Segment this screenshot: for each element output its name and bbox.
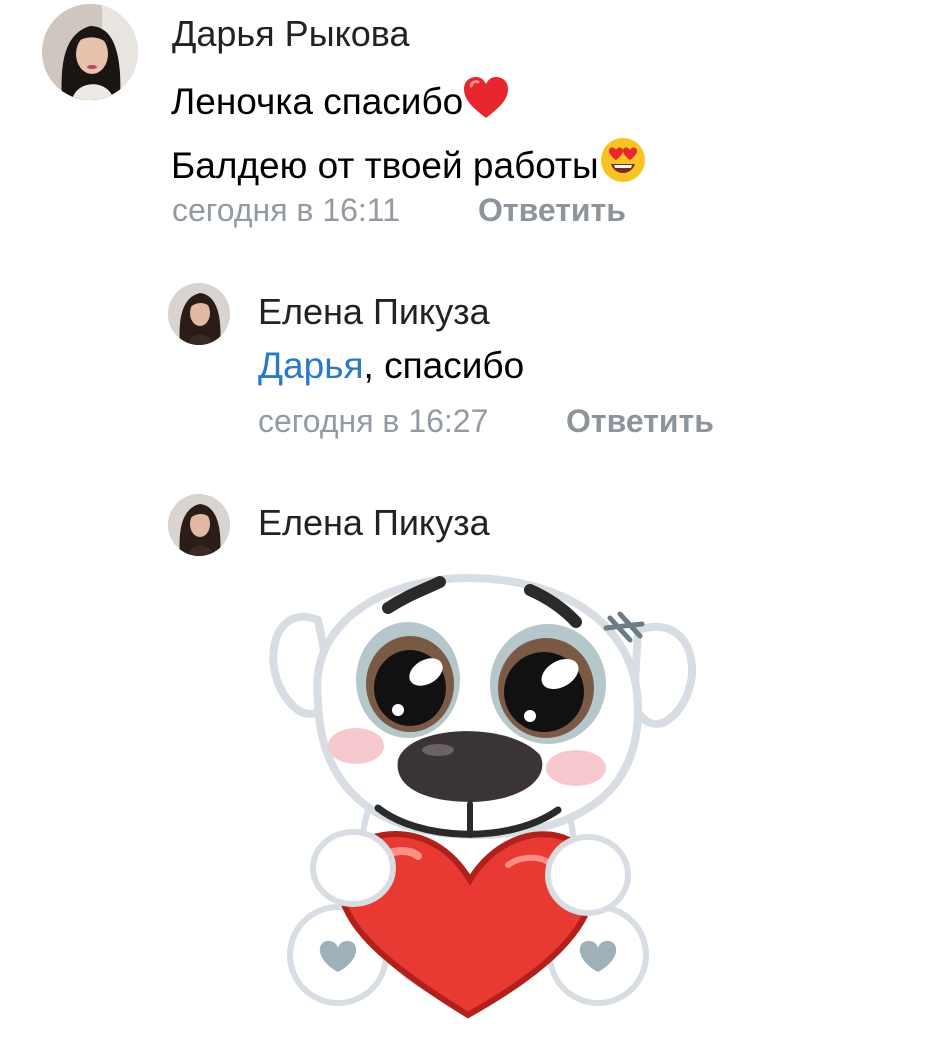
avatar[interactable] [168, 494, 230, 556]
comment-author[interactable]: Дарья Рыкова [172, 16, 409, 52]
comment-text-line: Дарья, спасибо [258, 347, 524, 384]
dog-holding-heart-sticker[interactable] [258, 560, 718, 1040]
heart-emoji [463, 76, 509, 126]
comment-author[interactable]: Елена Пикуза [258, 294, 490, 330]
avatar-photo [168, 494, 230, 556]
comment-time: сегодня в 16:27 [258, 403, 489, 439]
comment-text: Леночка спасибо [171, 81, 464, 122]
comment-text: , спасибо [363, 345, 525, 386]
avatar[interactable] [42, 4, 138, 100]
avatar-photo [168, 283, 230, 345]
comment-text-line: Балдею от твоей работы [171, 136, 647, 190]
comment-text: Балдею от твоей работы [171, 145, 599, 186]
comment-text-line: Леночка спасибо [171, 76, 509, 126]
avatar[interactable] [168, 283, 230, 345]
mention-link[interactable]: Дарья [258, 345, 364, 386]
heart-eyes-emoji [599, 136, 647, 190]
avatar-photo [42, 4, 138, 100]
reply-button[interactable]: Ответить [566, 405, 714, 437]
comment-time: сегодня в 16:11 [172, 192, 401, 228]
reply-button[interactable]: Ответить [478, 194, 626, 226]
comment-author[interactable]: Елена Пикуза [258, 505, 490, 541]
